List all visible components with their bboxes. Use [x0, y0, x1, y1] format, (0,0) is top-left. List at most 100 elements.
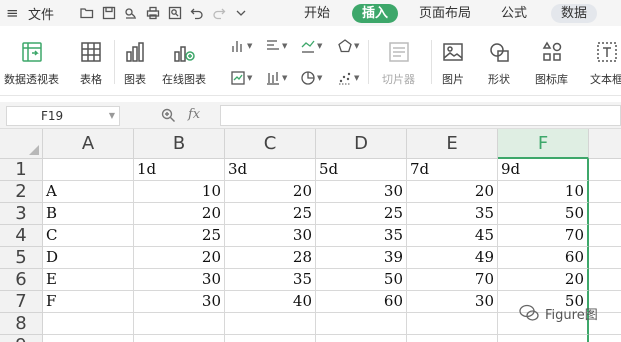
column-header-c[interactable]: C [225, 129, 316, 159]
chart-button[interactable]: 图表 [123, 40, 147, 87]
column-header-b[interactable]: B [134, 129, 225, 159]
icon-library-button[interactable]: 图标库 [535, 40, 568, 87]
save-icon[interactable] [102, 6, 116, 20]
print-preview-icon[interactable] [124, 6, 138, 20]
sheet-cell[interactable]: 9d [498, 159, 589, 181]
sheet-cell[interactable]: 3d [225, 159, 316, 181]
sheet-cell[interactable] [407, 335, 498, 342]
formula-input[interactable] [220, 105, 621, 126]
sheet-cell[interactable]: D [43, 247, 134, 269]
sheet-cell[interactable] [589, 225, 621, 247]
sheet-cell[interactable]: 30 [407, 291, 498, 313]
sheet-cell[interactable]: 20 [134, 203, 225, 225]
sheet-cell[interactable]: 45 [407, 225, 498, 247]
sheet-cell[interactable]: 10 [498, 181, 589, 203]
find-icon[interactable] [168, 6, 182, 20]
sheet-cell[interactable]: 35 [316, 225, 407, 247]
row-header-5[interactable]: 5 [0, 247, 43, 269]
row-header-6[interactable]: 6 [0, 269, 43, 291]
sheet-cell[interactable]: 20 [225, 181, 316, 203]
sheet-cell[interactable]: 20 [407, 181, 498, 203]
sheet-cell[interactable] [589, 335, 621, 342]
sheet-cell[interactable]: 10 [134, 181, 225, 203]
column-chart-dropdown[interactable]: ▼ [230, 38, 256, 54]
sheet-cell[interactable]: 35 [225, 269, 316, 291]
sheet-cell[interactable] [316, 335, 407, 342]
sheet-cell[interactable] [43, 159, 134, 181]
stock-chart-dropdown[interactable]: ▼ [265, 70, 291, 86]
tab-insert[interactable]: 插入 [352, 4, 399, 23]
sheet-cell[interactable]: 28 [225, 247, 316, 269]
sheet-cell[interactable] [589, 247, 621, 269]
sheet-cell[interactable]: 60 [316, 291, 407, 313]
column-header-e[interactable]: E [407, 129, 498, 159]
column-header-d[interactable]: D [316, 129, 407, 159]
sheet-cell[interactable]: B [43, 203, 134, 225]
sheet-cell[interactable]: 70 [498, 225, 589, 247]
sheet-cell[interactable]: 50 [316, 269, 407, 291]
zoom-search-icon[interactable] [160, 107, 176, 127]
tab-home[interactable]: 开始 [294, 4, 340, 23]
sheet-cell[interactable]: 70 [407, 269, 498, 291]
sheet-cell[interactable]: 50 [498, 203, 589, 225]
scatter-chart-dropdown[interactable]: ▼ [337, 70, 363, 86]
row-header-3[interactable]: 3 [0, 203, 43, 225]
sheet-cell[interactable]: 1d [134, 159, 225, 181]
pie-chart-dropdown[interactable]: ▼ [300, 70, 326, 86]
sheet-cell[interactable]: 7d [407, 159, 498, 181]
radar-chart-dropdown[interactable]: ▼ [337, 38, 363, 54]
sheet-cell[interactable]: C [43, 225, 134, 247]
sheet-cell[interactable] [134, 335, 225, 342]
sheet-cell[interactable] [589, 269, 621, 291]
print-icon[interactable] [146, 6, 160, 20]
sheet-cell[interactable] [498, 335, 589, 342]
sheet-cell[interactable]: 30 [134, 269, 225, 291]
name-box[interactable]: F19 ▼ [6, 106, 120, 126]
hamburger-menu-icon[interactable]: ≡ [0, 4, 22, 22]
sheet-cell[interactable]: 30 [225, 225, 316, 247]
table-button[interactable]: 表格 [79, 40, 103, 87]
row-header-8[interactable]: 8 [0, 313, 43, 335]
online-chart-button[interactable]: 在线图表 [162, 40, 206, 87]
tab-data[interactable]: 数据 [551, 4, 598, 23]
sheet-cell[interactable]: 35 [407, 203, 498, 225]
sheet-cell[interactable] [134, 313, 225, 335]
file-menu[interactable]: 文件 [28, 4, 54, 23]
row-header-9[interactable]: 9 [0, 335, 43, 342]
sheet-cell[interactable] [589, 203, 621, 225]
sheet-cell[interactable]: 25 [134, 225, 225, 247]
tab-formulas[interactable]: 公式 [491, 4, 537, 23]
function-icon[interactable]: fx [188, 107, 200, 122]
sheet-cell[interactable] [225, 335, 316, 342]
sheet-cell[interactable]: F [43, 291, 134, 313]
area-chart-dropdown[interactable]: ▼ [230, 70, 256, 86]
row-header-2[interactable]: 2 [0, 181, 43, 203]
sheet-cell[interactable] [43, 313, 134, 335]
redo-icon[interactable] [212, 6, 226, 20]
column-header-next[interactable] [589, 129, 621, 159]
row-header-1[interactable]: 1 [0, 159, 43, 181]
sheet-cell[interactable]: 49 [407, 247, 498, 269]
sheet-cell[interactable]: 39 [316, 247, 407, 269]
select-all-corner[interactable] [0, 129, 43, 159]
sheet-cell[interactable]: 60 [498, 247, 589, 269]
picture-button[interactable]: 图片 [441, 40, 465, 87]
undo-icon[interactable] [190, 6, 204, 20]
column-header-f[interactable]: F [498, 129, 589, 159]
sheet-cell[interactable] [43, 335, 134, 342]
pivot-table-button[interactable]: 数据透视表 [4, 40, 59, 87]
shapes-button[interactable]: 形状 [487, 40, 511, 87]
sheet-cell[interactable] [407, 313, 498, 335]
tab-page-layout[interactable]: 页面布局 [409, 4, 481, 23]
open-folder-icon[interactable] [80, 6, 94, 20]
sheet-cell[interactable]: 25 [225, 203, 316, 225]
sheet-cell[interactable]: 40 [225, 291, 316, 313]
sheet-cell[interactable] [225, 313, 316, 335]
sheet-cell[interactable] [589, 181, 621, 203]
bar-chart-dropdown[interactable]: ▼ [265, 38, 291, 54]
line-chart-dropdown[interactable]: ▼ [300, 38, 326, 54]
textbox-button[interactable]: 文本框 [590, 40, 621, 87]
sheet-cell[interactable]: 5d [316, 159, 407, 181]
sheet-cell[interactable] [316, 313, 407, 335]
sheet-cell[interactable]: 30 [134, 291, 225, 313]
